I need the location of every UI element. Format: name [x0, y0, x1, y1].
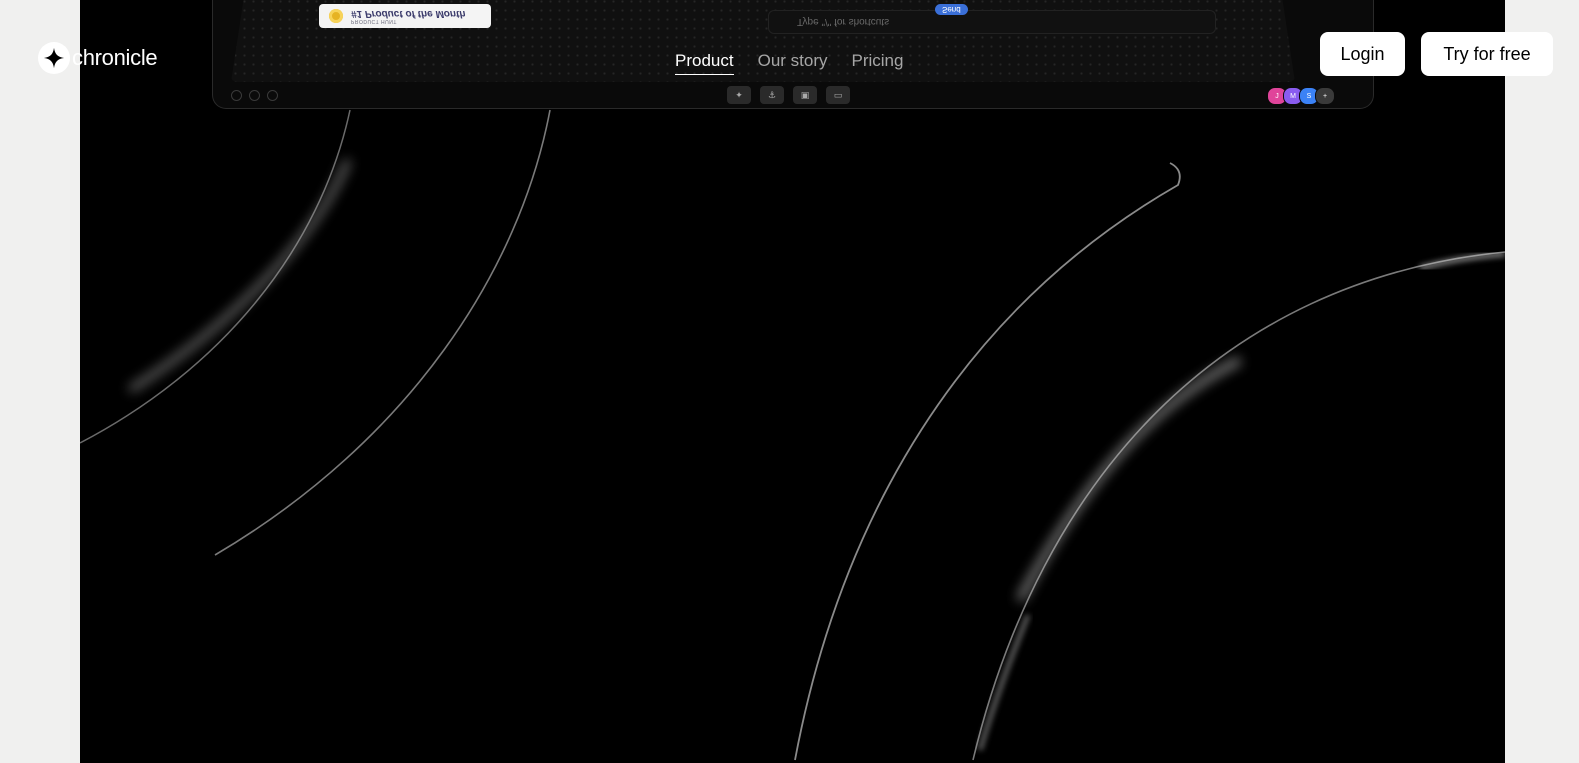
mockup-toolbar: ✦ ⚓ ▣ ▭: [727, 86, 850, 104]
badge-title: #1 Product of the Month: [351, 8, 466, 20]
nav-item-our-story[interactable]: Our story: [758, 51, 828, 75]
brand-name: chronicle: [72, 45, 158, 70]
command-placeholder: Type "/" for shortcuts: [797, 16, 890, 28]
image-icon: ▣: [793, 86, 817, 104]
main-nav: Product Our story Pricing: [675, 51, 903, 75]
avatar-more: +: [1315, 87, 1335, 105]
window-dot-icon: [267, 90, 278, 101]
sparkle-icon: ✦: [727, 86, 751, 104]
send-label: Send: [942, 5, 961, 14]
brand-logo-link[interactable]: chronicle: [38, 42, 158, 74]
login-button[interactable]: Login: [1320, 32, 1405, 76]
window-dot-icon: [249, 90, 260, 101]
command-input: Type "/" for shortcuts: [768, 10, 1216, 34]
nav-item-product[interactable]: Product: [675, 51, 734, 75]
hero-stage: PRODUCT HUNT #1 Product of the Month Typ…: [80, 0, 1505, 763]
try-for-free-button[interactable]: Try for free: [1421, 32, 1553, 76]
send-badge: Send: [935, 4, 968, 15]
decorative-arcs: [80, 109, 1505, 761]
collaborator-avatars: J M S +: [1267, 87, 1335, 105]
card-icon: ▭: [826, 86, 850, 104]
medal-icon: [329, 9, 343, 23]
window-controls: [231, 90, 278, 101]
window-dot-icon: [231, 90, 242, 101]
anchor-icon: ⚓: [760, 86, 784, 104]
badge-top-text: PRODUCT HUNT: [351, 18, 397, 25]
nav-item-pricing[interactable]: Pricing: [852, 51, 904, 75]
product-hunt-badge: PRODUCT HUNT #1 Product of the Month: [319, 4, 491, 28]
sparkle-icon: [38, 42, 70, 74]
